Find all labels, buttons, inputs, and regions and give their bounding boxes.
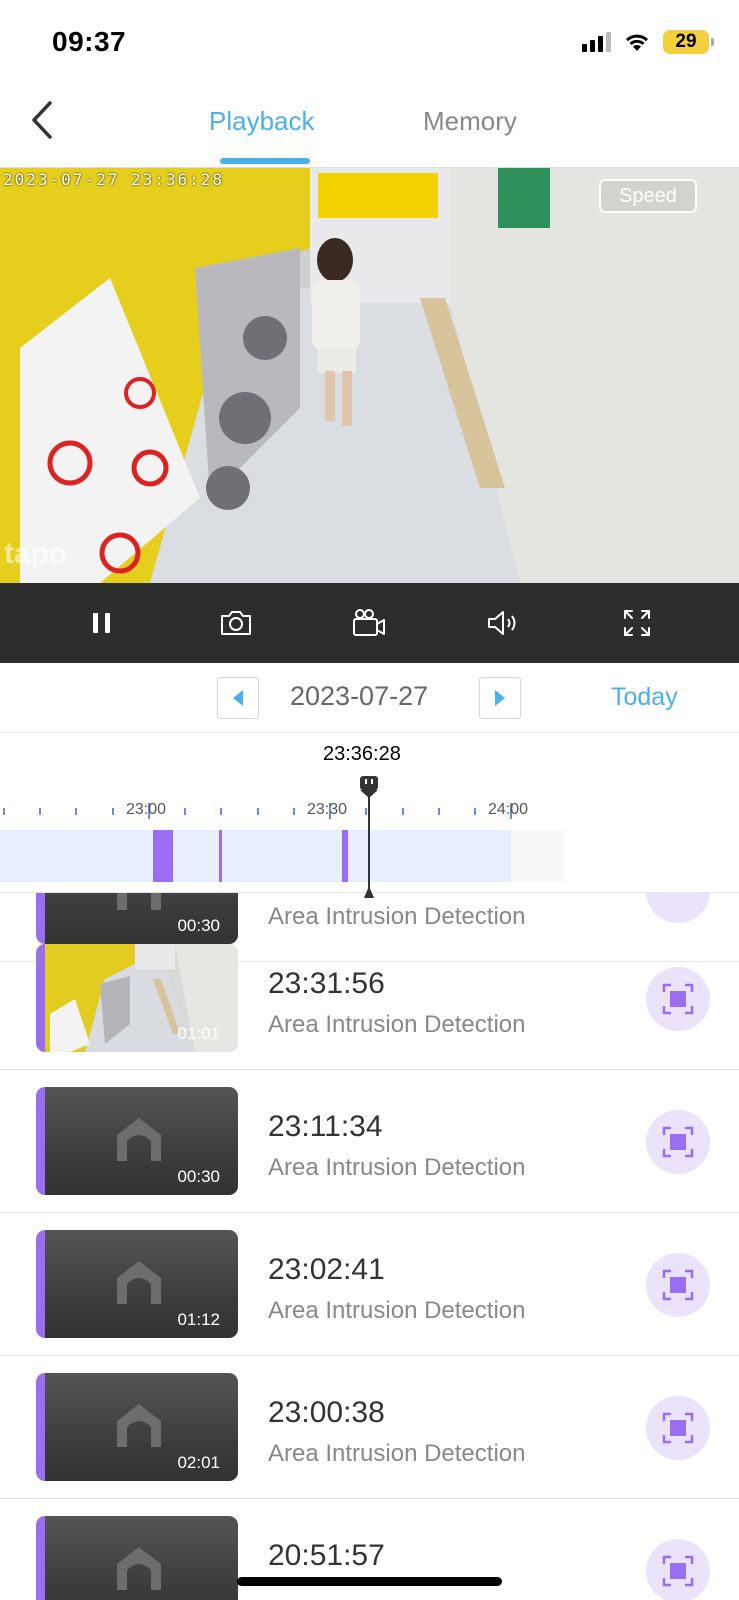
event-time: 23:11:34	[268, 1110, 383, 1143]
event-type: Area Intrusion Detection	[268, 1154, 526, 1181]
timeline-tick-label: 23:00	[126, 801, 167, 818]
previous-day-button[interactable]	[217, 677, 259, 719]
event-time: 23:00:38	[268, 1396, 385, 1429]
home-placeholder-icon	[117, 1404, 161, 1447]
event-type: Area Intrusion Detection	[268, 1011, 526, 1038]
event-duration: 00:30	[177, 1167, 220, 1186]
cellular-signal-icon	[582, 32, 611, 52]
playback-control-bar	[0, 583, 739, 663]
active-tab-indicator	[220, 158, 310, 164]
event-thumbnail[interactable]: 00:30	[36, 1087, 238, 1195]
home-placeholder-icon	[117, 1261, 161, 1304]
timeline-recording-band	[0, 830, 511, 882]
tab-playback[interactable]: Playback	[209, 106, 315, 137]
event-duration: 01:12	[177, 1310, 220, 1329]
area-intrusion-button[interactable]	[646, 1253, 710, 1317]
area-intrusion-button[interactable]	[646, 1396, 710, 1460]
triangle-right-icon	[495, 690, 505, 706]
event-type: Area Intrusion Detection	[268, 1440, 526, 1467]
status-time: 09:37	[52, 26, 127, 57]
event-time: 23:02:41	[268, 1253, 385, 1286]
area-intrusion-button[interactable]	[646, 1539, 710, 1600]
home-placeholder-icon	[117, 1547, 161, 1590]
area-intrusion-icon	[662, 1126, 694, 1158]
date-selector: 2023-07-27 Today	[0, 663, 739, 733]
snapshot-button[interactable]	[214, 601, 258, 645]
area-intrusion-icon	[662, 1269, 694, 1301]
area-intrusion-icon	[662, 1412, 694, 1444]
home-placeholder-icon	[117, 893, 161, 910]
list-item[interactable]: 02:01 23:00:38 Area Intrusion Detection	[0, 1356, 739, 1499]
timeline-current-time: 23:36:28	[323, 743, 401, 765]
chevron-left-icon	[32, 101, 52, 139]
event-list[interactable]: 00:30 Area Intrusion Detection 01:01 23:…	[0, 893, 739, 1600]
area-intrusion-icon	[662, 1555, 694, 1587]
event-duration: 02:01	[177, 1453, 220, 1472]
video-player[interactable]: 2023-07-27 23:36:28 Speed tapo	[0, 168, 739, 583]
home-placeholder-icon	[117, 1118, 161, 1161]
playhead-icon[interactable]	[359, 776, 379, 898]
camera-feed-image	[0, 168, 739, 583]
area-intrusion-button[interactable]	[646, 1110, 710, 1174]
wifi-icon	[626, 34, 648, 51]
area-intrusion-icon	[646, 893, 710, 923]
nav-header: Playback Memory	[0, 88, 739, 168]
timeline-event-marker[interactable]	[342, 830, 348, 882]
video-timestamp: 2023-07-27 23:36:28	[3, 170, 225, 189]
event-thumbnail[interactable]: 01:12	[36, 1230, 238, 1338]
pause-button[interactable]	[80, 601, 124, 645]
record-button[interactable]	[347, 601, 391, 645]
fullscreen-button[interactable]	[615, 601, 659, 645]
event-time: 23:31:56	[268, 967, 385, 1000]
timeline-tick-label: 23:30	[307, 801, 348, 818]
timeline-event-marker[interactable]	[153, 830, 173, 882]
home-indicator[interactable]	[237, 1577, 502, 1586]
selected-date[interactable]: 2023-07-27	[290, 681, 428, 712]
audio-button[interactable]	[481, 601, 525, 645]
speaker-icon	[488, 611, 516, 635]
timeline-tick-label: 24:00	[488, 801, 529, 818]
timeline-scrubber[interactable]: 23:36:28 23:00 23:30 24:00	[0, 733, 739, 898]
pause-icon	[92, 613, 110, 633]
event-thumbnail[interactable]	[36, 1516, 238, 1600]
list-item[interactable]: 01:12 23:02:41 Area Intrusion Detection	[0, 1213, 739, 1356]
back-button[interactable]	[22, 98, 62, 142]
event-type: Area Intrusion Detection	[268, 1297, 526, 1324]
event-duration: 01:01	[177, 1024, 220, 1043]
event-thumbnail[interactable]: 02:01	[36, 1373, 238, 1481]
tab-memory[interactable]: Memory	[423, 106, 517, 137]
event-time: 20:51:57	[268, 1539, 385, 1572]
area-intrusion-icon	[662, 983, 694, 1015]
timeline-event-marker[interactable]	[219, 830, 222, 882]
list-item[interactable]: 01:01 23:31:56 Area Intrusion Detection	[0, 927, 739, 1070]
event-thumbnail[interactable]: 01:01	[36, 944, 238, 1052]
camera-icon	[220, 611, 251, 635]
next-day-button[interactable]	[479, 677, 521, 719]
fullscreen-icon	[624, 610, 651, 636]
status-bar: 09:37 29	[0, 0, 739, 88]
timeline-empty-band	[511, 830, 564, 882]
list-item[interactable]: 00:30 23:11:34 Area Intrusion Detection	[0, 1070, 739, 1213]
status-icons: 29	[582, 30, 714, 54]
camera-watermark: tapo	[4, 537, 68, 570]
battery-indicator: 29	[663, 30, 714, 54]
today-button[interactable]: Today	[611, 683, 678, 712]
area-intrusion-button[interactable]	[646, 967, 710, 1031]
triangle-left-icon	[233, 690, 243, 706]
record-video-icon	[353, 609, 386, 636]
speed-button[interactable]: Speed	[599, 179, 697, 213]
